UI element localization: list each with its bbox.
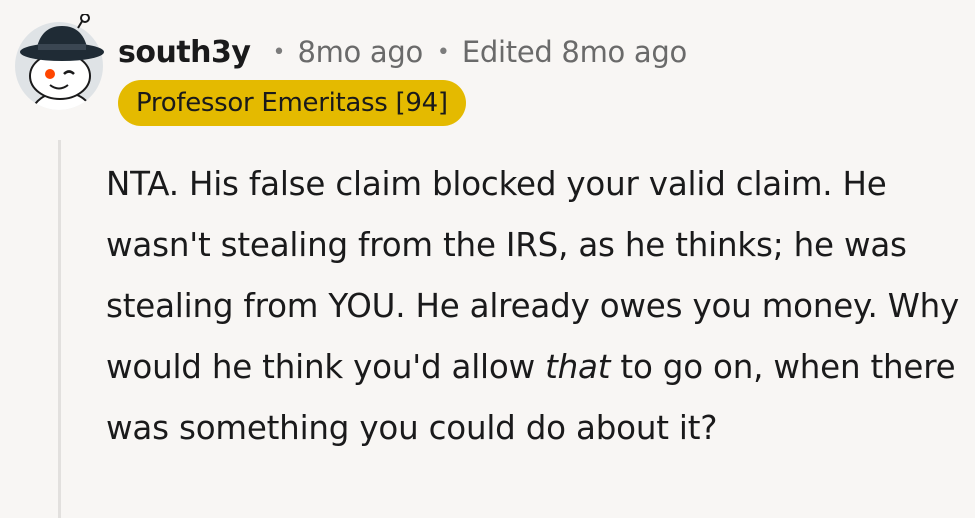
user-avatar[interactable] — [12, 14, 106, 112]
snoo-avatar-icon — [15, 14, 104, 110]
comment-paragraph: NTA. His false claim blocked your valid … — [106, 154, 966, 459]
meta-separator: • — [436, 39, 450, 65]
username-link[interactable]: south3y — [118, 35, 251, 70]
comment-emphasis: that — [545, 348, 611, 386]
flair-label: Professor Emeritass [94] — [136, 88, 448, 118]
user-flair: Professor Emeritass [94] — [118, 80, 466, 126]
comment-body: NTA. His false claim blocked your valid … — [106, 154, 966, 459]
comment: south3y • 8mo ago • Edited 8mo ago Profe… — [0, 0, 975, 518]
meta-separator: • — [272, 39, 286, 65]
post-time[interactable]: 8mo ago — [297, 35, 423, 69]
edited-time: Edited 8mo ago — [461, 35, 687, 69]
comment-meta: south3y • 8mo ago • Edited 8mo ago — [118, 30, 687, 74]
thread-line[interactable] — [58, 140, 61, 518]
